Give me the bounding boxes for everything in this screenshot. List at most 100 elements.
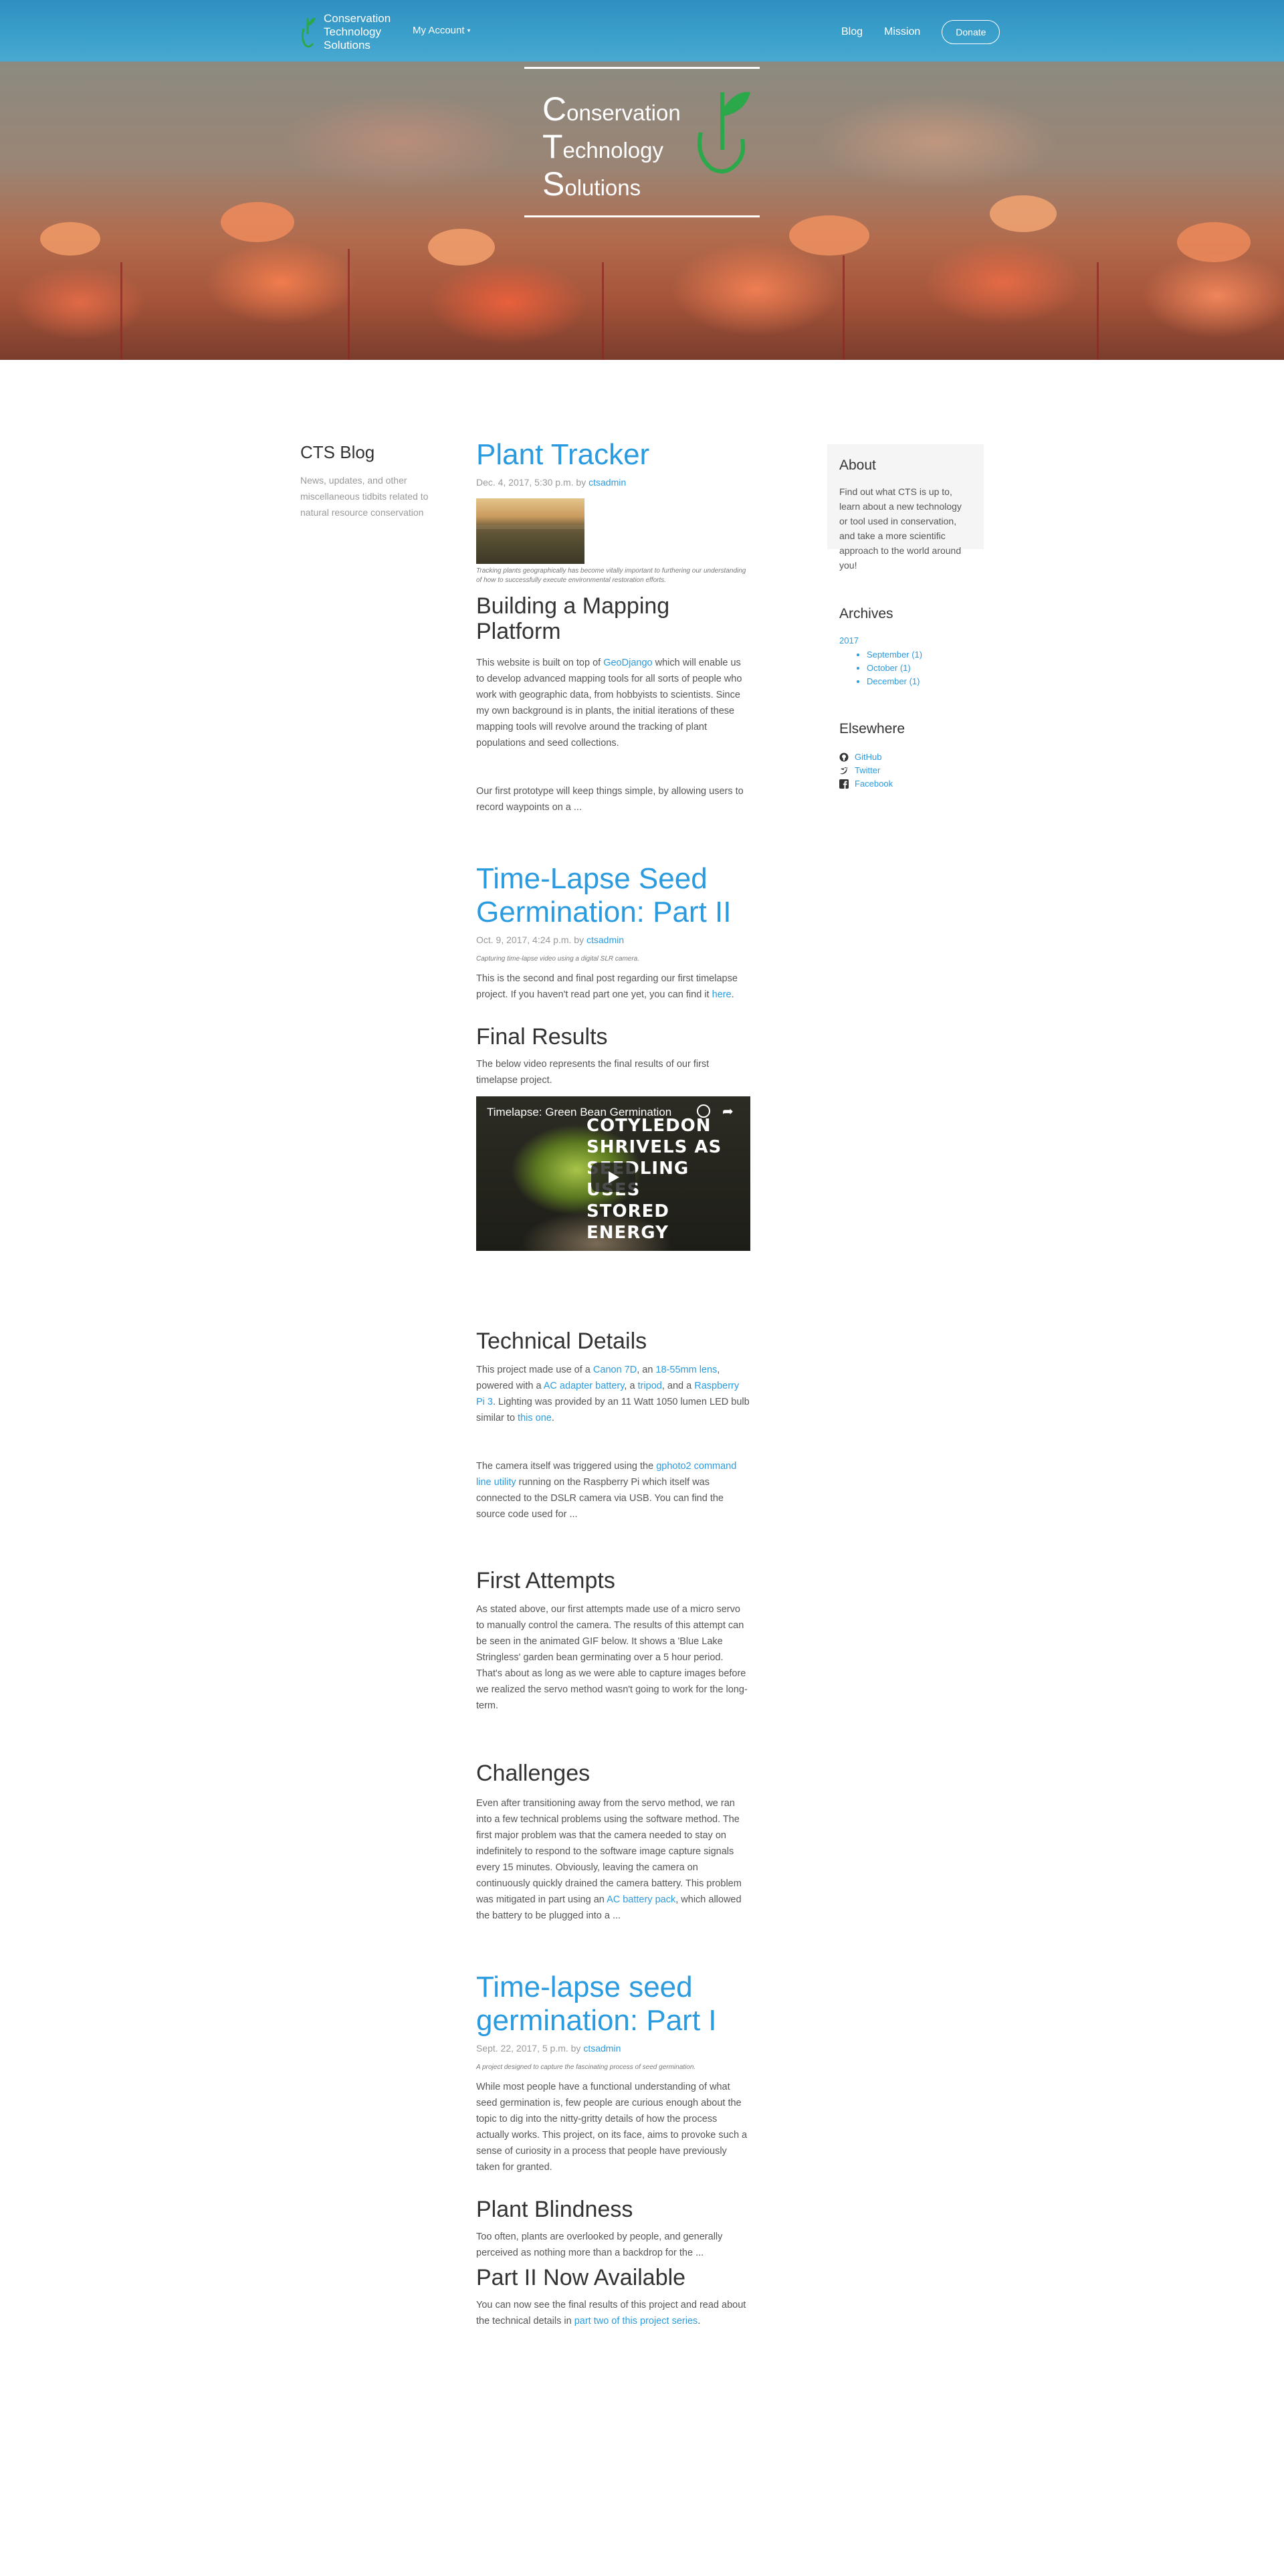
navbar: Conservation Technology Solutions My Acc… [0, 0, 1284, 62]
led-bulb-link[interactable]: this one [518, 1413, 552, 1423]
hero-decoration [120, 262, 122, 360]
post-paragraph: As stated above, our first attempts made… [476, 1604, 748, 1711]
post-meta: Sept. 22, 2017, 5 p.m. by ctsadmin [476, 2043, 750, 2054]
archive-year-link[interactable]: 2017 [839, 635, 986, 646]
hero-banner: Conservation Technology Solutions [0, 62, 1284, 360]
post-title-link[interactable]: Time-lapse seed germination: Part I [476, 1971, 750, 2038]
geodjango-link[interactable]: GeoDjango [603, 658, 652, 668]
brand-link[interactable]: Conservation Technology Solutions [298, 12, 391, 52]
about-text: Find out what CTS is up to, learn about … [839, 486, 962, 571]
caret-down-icon: ▾ [467, 27, 471, 34]
post-date: Sept. 22, 2017, 5 p.m. by [476, 2043, 584, 2054]
post-caption: Tracking plants geographically has becom… [476, 567, 746, 584]
post-paragraph: Too often, plants are overlooked by peop… [476, 2232, 723, 2258]
archive-month-link[interactable]: September (1) [867, 650, 922, 660]
logo-cap: T [542, 128, 563, 165]
text-run: , and a [661, 1381, 695, 1391]
archive-month-link[interactable]: December (1) [867, 676, 920, 686]
video-embed[interactable]: Timelapse: Green Bean Germination COTYLE… [476, 1096, 750, 1251]
hero-decoration [843, 256, 845, 360]
author-link[interactable]: ctsadmin [583, 2043, 621, 2054]
thumbnail-detail [476, 525, 584, 529]
post-caption: Capturing time-lapse video using a digit… [476, 955, 640, 963]
post-paragraph: This website is built on top of GeoDjang… [476, 655, 750, 751]
brand-line: Technology [324, 25, 382, 38]
divider [524, 67, 760, 69]
blog-post: Plant Tracker Dec. 4, 2017, 5:30 p.m. by… [476, 438, 750, 815]
cts-hero-logo: Conservation Technology Solutions [524, 67, 760, 217]
play-button[interactable] [591, 1163, 635, 1192]
my-account-dropdown[interactable]: My Account ▾ [413, 25, 470, 36]
text-run: , an [637, 1365, 656, 1375]
section-heading: First Attempts [476, 1568, 615, 1593]
hero-decoration [789, 215, 869, 256]
author-link[interactable]: ctsadmin [586, 934, 624, 945]
donate-button[interactable]: Donate [942, 20, 1000, 44]
twitter-icon [840, 767, 848, 775]
post-paragraph: The camera itself was triggered using th… [476, 1458, 750, 1522]
tripod-link[interactable]: tripod [638, 1381, 662, 1391]
nav-blog-link[interactable]: Blog [841, 26, 863, 38]
about-title: About [839, 458, 876, 473]
text-run: , a [624, 1381, 638, 1391]
twitter-link[interactable]: Twitter [839, 764, 986, 777]
hero-decoration [428, 229, 495, 266]
section-heading: Challenges [476, 1761, 591, 1786]
post-meta: Oct. 9, 2017, 4:24 p.m. by ctsadmin [476, 934, 750, 945]
section-heading: Technical Details [476, 1328, 647, 1354]
text-run: . [731, 989, 734, 1000]
github-link[interactable]: GitHub [839, 751, 986, 764]
clock-icon[interactable] [697, 1104, 710, 1118]
blog-title: CTS Blog [300, 442, 375, 462]
blog-description: News, updates, and other miscellaneous t… [300, 475, 429, 518]
post-paragraph: Even after transitioning away from the s… [476, 1795, 750, 1924]
post-paragraph: You can now see the final results of thi… [476, 2297, 750, 2329]
section-heading: Final Results [476, 1024, 608, 1050]
ac-battery-link[interactable]: AC battery pack [607, 1894, 675, 1905]
logo-cap: S [542, 165, 565, 203]
post-title-link[interactable]: Time-Lapse Seed Germination: Part II [476, 862, 750, 929]
share-icon[interactable]: ➦ [722, 1103, 734, 1120]
archive-month-item: October (1) [867, 662, 986, 675]
ac-adapter-link[interactable]: AC adapter battery [544, 1381, 625, 1391]
post-thumbnail[interactable] [476, 498, 584, 564]
blog-post: Time-Lapse Seed Germination: Part II Oct… [476, 862, 750, 1924]
section-heading: Plant Blindness [476, 2197, 633, 2222]
github-icon [839, 753, 849, 762]
archives-title: Archives [839, 606, 893, 621]
hero-decoration [348, 249, 350, 360]
brand-line: Solutions [324, 39, 370, 52]
archive-month-item: September (1) [867, 648, 986, 662]
post-date: Dec. 4, 2017, 5:30 p.m. by [476, 477, 589, 488]
elsewhere-panel: Elsewhere GitHub Twitter Facebook [839, 721, 986, 791]
hero-decoration [221, 202, 294, 242]
elsewhere-title: Elsewhere [839, 721, 905, 736]
social-label: Facebook [855, 779, 893, 789]
section-heading: Building a Mapping Platform [476, 593, 670, 644]
hero-decoration [602, 262, 604, 360]
hero-decoration [1177, 222, 1251, 262]
lens-link[interactable]: 18-55mm lens [655, 1365, 717, 1375]
sprout-logo-icon [698, 92, 750, 174]
post-list: Plant Tracker Dec. 4, 2017, 5:30 p.m. by… [476, 438, 750, 2329]
post-date: Oct. 9, 2017, 4:24 p.m. by [476, 934, 586, 945]
text-run: . [698, 2316, 701, 2326]
part-one-link[interactable]: here [712, 989, 732, 1000]
part-two-link[interactable]: part two of this project series [574, 2316, 698, 2326]
divider [524, 215, 760, 217]
logo-word: echnology [562, 138, 663, 163]
facebook-link[interactable]: Facebook [839, 777, 986, 791]
sprout-logo-icon [301, 17, 316, 48]
social-label: GitHub [855, 752, 882, 762]
text-run: This website is built on top of [476, 658, 604, 668]
hero-decoration [1097, 262, 1099, 360]
archive-month-link[interactable]: October (1) [867, 663, 911, 673]
text-run: This is the second and final post regard… [476, 973, 738, 1000]
archive-month-item: December (1) [867, 675, 986, 688]
archives-panel: Archives 2017 September (1) October (1) … [839, 606, 986, 688]
nav-mission-link[interactable]: Mission [884, 26, 920, 38]
post-title-link[interactable]: Plant Tracker [476, 438, 750, 472]
author-link[interactable]: ctsadmin [588, 477, 626, 488]
text-run: Even after transitioning away from the s… [476, 1798, 742, 1905]
canon-link[interactable]: Canon 7D [593, 1365, 637, 1375]
